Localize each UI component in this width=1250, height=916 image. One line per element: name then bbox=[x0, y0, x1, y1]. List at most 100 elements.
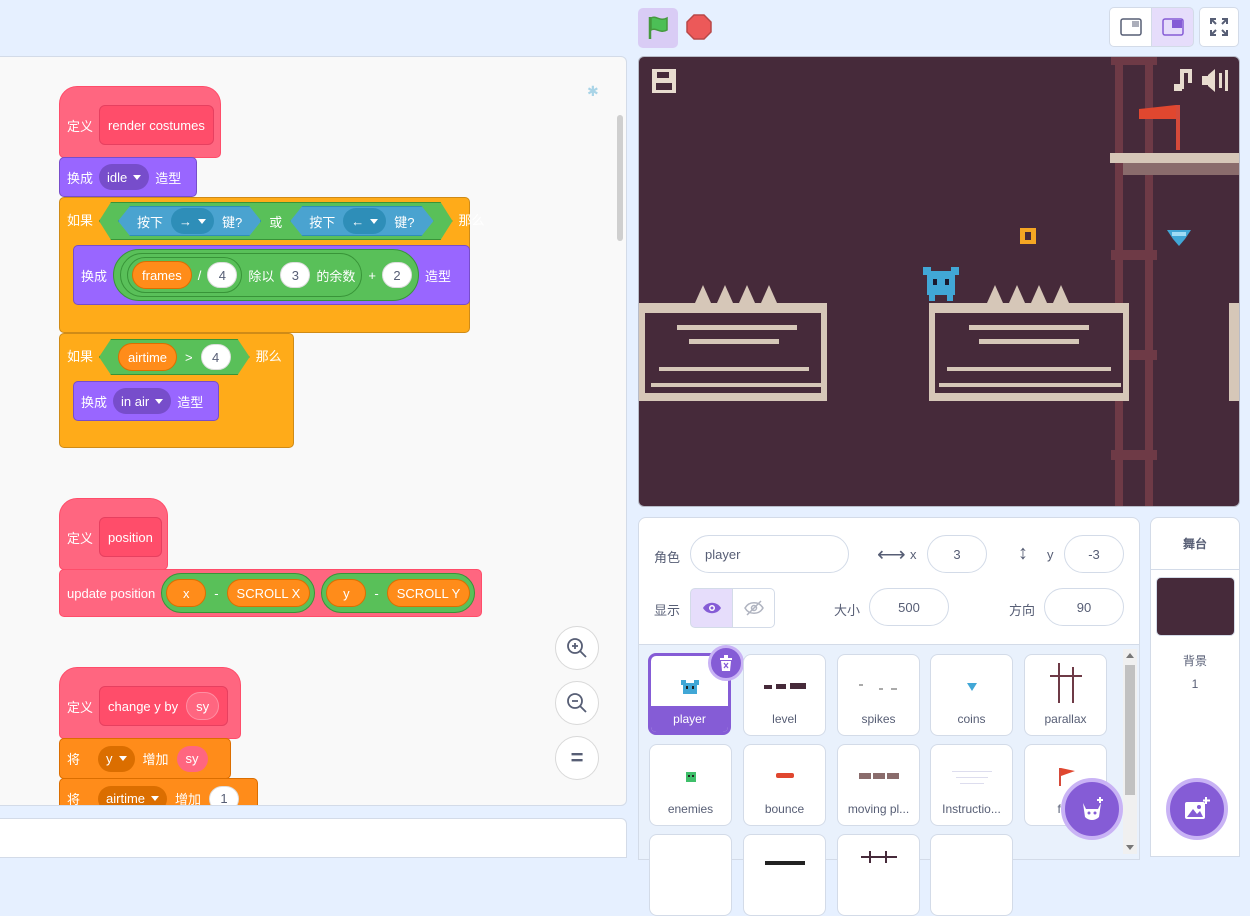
eye-slash-icon bbox=[743, 600, 764, 616]
variable-dropdown[interactable]: y bbox=[98, 745, 135, 772]
sprite-tile-moving-platform[interactable]: moving pl... bbox=[837, 744, 920, 826]
fullscreen-button[interactable] bbox=[1199, 7, 1239, 47]
mod-operator[interactable]: frames / 4 除以 3 的余数 bbox=[120, 253, 363, 297]
param-sy[interactable]: sy bbox=[186, 692, 220, 720]
key-pressed-sensor-2[interactable]: 按下 ← 键? bbox=[290, 206, 433, 236]
sprite-tile-instructions[interactable]: Instructio... bbox=[930, 744, 1013, 826]
number-input[interactable]: 1 bbox=[209, 785, 240, 805]
change-variable-block[interactable]: 将 y 增加 sy bbox=[59, 738, 231, 779]
delete-sprite-button[interactable] bbox=[708, 645, 744, 681]
or-operator[interactable]: 按下 → 键? 或 按下 ← 键? bbox=[99, 202, 453, 240]
add-operator[interactable]: frames / 4 除以 3 的余数 + 2 bbox=[113, 249, 419, 301]
sprite-thumbnail bbox=[931, 669, 1012, 705]
custom-block-prototype[interactable]: render costumes bbox=[99, 105, 214, 145]
sprite-tile-enemies[interactable]: enemies bbox=[649, 744, 732, 826]
y-variable[interactable]: y bbox=[326, 579, 367, 607]
change-variable-block-2[interactable]: 将 airtime 增加 1 bbox=[59, 778, 258, 806]
number-input[interactable]: 2 bbox=[382, 262, 412, 288]
sprite-name: Instructio... bbox=[942, 802, 1001, 816]
key-question-label: 键? bbox=[222, 214, 243, 230]
scroll-thumb[interactable] bbox=[1125, 665, 1135, 795]
switch-costume-block-2[interactable]: 换成 frames / 4 除以 3 的余数 + 2 造型 bbox=[73, 245, 470, 305]
zoom-reset-button[interactable]: = bbox=[555, 736, 599, 780]
show-visible-button[interactable] bbox=[690, 588, 733, 628]
small-stage-button[interactable] bbox=[1109, 7, 1152, 47]
sprite-thumbnail bbox=[650, 759, 731, 795]
stage-canvas[interactable] bbox=[638, 56, 1240, 507]
y-input[interactable]: -3 bbox=[1064, 535, 1124, 573]
size-input[interactable]: 500 bbox=[869, 588, 949, 626]
divide-operator[interactable]: frames / 4 bbox=[127, 257, 243, 293]
switch-label: 换成 bbox=[81, 394, 108, 410]
number-input[interactable]: 3 bbox=[280, 262, 311, 288]
set-label: 将 bbox=[67, 792, 81, 806]
costume-label: 造型 bbox=[177, 394, 204, 410]
green-flag-button[interactable] bbox=[638, 8, 678, 48]
gt-symbol: > bbox=[185, 349, 193, 365]
zoom-in-button[interactable] bbox=[555, 626, 599, 670]
costume-dropdown[interactable]: in air bbox=[113, 388, 172, 414]
sprite-tile-parallax[interactable]: parallax bbox=[1024, 654, 1107, 736]
custom-block-prototype[interactable]: change y by sy bbox=[99, 686, 229, 726]
sprite-list-scrollbar[interactable] bbox=[1123, 649, 1137, 854]
scroll-up-arrow[interactable] bbox=[1126, 653, 1134, 658]
choose-backdrop-button[interactable] bbox=[1166, 778, 1228, 840]
scroll-x-variable[interactable]: SCROLL X bbox=[226, 579, 311, 607]
stop-button[interactable] bbox=[684, 12, 714, 42]
variable-name: y bbox=[106, 751, 113, 766]
key-pressed-sensor[interactable]: 按下 → 键? bbox=[118, 206, 261, 236]
backdrop-label: 背景 bbox=[1182, 654, 1207, 668]
sprite-tile[interactable] bbox=[649, 834, 732, 916]
sprite-name: player bbox=[651, 706, 728, 732]
sprite-tile-bounce[interactable]: bounce bbox=[743, 744, 826, 826]
param-sy-reporter[interactable]: sy bbox=[176, 745, 208, 772]
scroll-y-variable[interactable]: SCROLL Y bbox=[386, 579, 471, 607]
sprite-thumbnail bbox=[744, 759, 825, 795]
key-dropdown-right[interactable]: → bbox=[171, 208, 214, 234]
sprite-tile[interactable] bbox=[930, 834, 1013, 916]
variable-name: SCROLL Y bbox=[396, 585, 461, 601]
switch-costume-block[interactable]: 换成 idle 造型 bbox=[59, 157, 197, 197]
define-block-2[interactable]: 定义 position bbox=[59, 498, 168, 570]
custom-block-name: position bbox=[108, 529, 153, 545]
sprite-tile-level[interactable]: level bbox=[743, 654, 826, 736]
ledge-underside bbox=[1123, 163, 1239, 175]
choose-sprite-button[interactable] bbox=[1061, 778, 1123, 840]
stage-thumbnail[interactable] bbox=[1156, 577, 1235, 636]
zoom-out-button[interactable] bbox=[555, 681, 599, 725]
show-hidden-button[interactable] bbox=[733, 588, 775, 628]
subtract-operator[interactable]: x - SCROLL X bbox=[161, 573, 316, 613]
remainder-label: 的余数 bbox=[316, 268, 356, 284]
update-position-call[interactable]: update position x - SCROLL X y - SCROLL … bbox=[59, 569, 482, 617]
sprite-thumbnail bbox=[838, 759, 919, 795]
frames-variable[interactable]: frames bbox=[132, 261, 192, 289]
sprite-tile[interactable] bbox=[743, 834, 826, 916]
code-workspace[interactable]: ✱ 定义 render costumes 换成 idle 造型 如果 按下 → … bbox=[0, 56, 627, 806]
define-block[interactable]: 定义 render costumes bbox=[59, 86, 221, 158]
platform-left bbox=[639, 285, 827, 401]
sprite-tile-coins[interactable]: coins bbox=[930, 654, 1013, 736]
variable-dropdown[interactable]: airtime bbox=[98, 785, 168, 805]
airtime-variable[interactable]: airtime bbox=[118, 343, 177, 371]
sprite-name-input[interactable]: player bbox=[690, 535, 849, 573]
greater-than-operator[interactable]: airtime > 4 bbox=[99, 339, 250, 375]
subtract-operator-2[interactable]: y - SCROLL Y bbox=[321, 573, 476, 613]
vertical-scrollbar[interactable] bbox=[617, 115, 623, 241]
platform-middle bbox=[929, 285, 1129, 401]
x-variable[interactable]: x bbox=[166, 579, 207, 607]
number-input[interactable]: 4 bbox=[207, 262, 238, 288]
chevron-down-icon bbox=[370, 219, 378, 224]
define-block-3[interactable]: 定义 change y by sy bbox=[59, 667, 241, 739]
scroll-down-arrow[interactable] bbox=[1126, 845, 1134, 850]
direction-input[interactable]: 90 bbox=[1044, 588, 1124, 626]
costume-dropdown[interactable]: idle bbox=[99, 164, 150, 190]
key-dropdown-left[interactable]: ← bbox=[343, 208, 386, 234]
game-scene bbox=[639, 57, 1239, 506]
sprite-tile-spikes[interactable]: spikes bbox=[837, 654, 920, 736]
x-input[interactable]: 3 bbox=[927, 535, 987, 573]
number-input[interactable]: 4 bbox=[201, 344, 231, 370]
sprite-tile[interactable] bbox=[837, 834, 920, 916]
normal-stage-button[interactable] bbox=[1152, 7, 1194, 47]
switch-costume-block-3[interactable]: 换成 in air 造型 bbox=[73, 381, 219, 421]
custom-block-prototype[interactable]: position bbox=[99, 517, 162, 557]
